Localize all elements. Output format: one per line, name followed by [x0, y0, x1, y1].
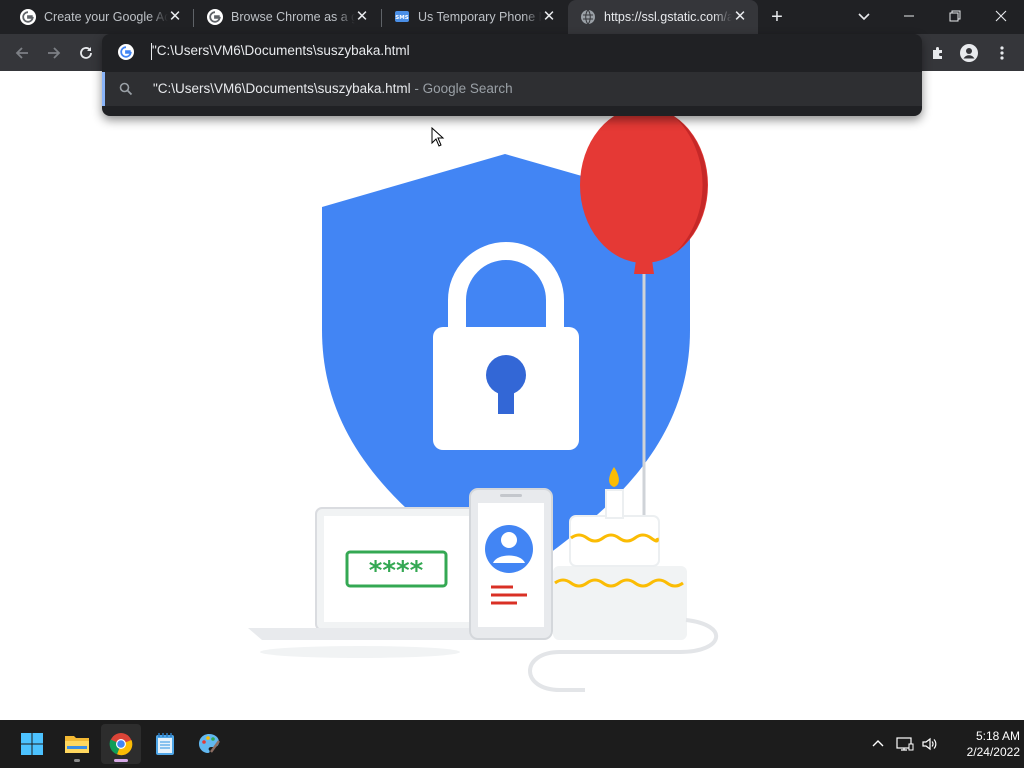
menu-button[interactable] — [988, 39, 1016, 67]
reload-button[interactable] — [72, 39, 100, 67]
three-dots-menu-icon — [1000, 46, 1004, 60]
profile-avatar-icon — [960, 44, 978, 62]
suggestion-query: "C:\Users\VM6\Documents\suszybaka.html — [153, 81, 411, 96]
close-tab-icon[interactable]: ✕ — [732, 9, 748, 25]
minimize-icon — [904, 15, 914, 17]
reload-icon — [80, 47, 92, 59]
mouse-cursor-icon — [431, 127, 445, 147]
google-g-icon — [118, 44, 134, 60]
running-indicator — [114, 759, 128, 762]
profile-button[interactable] — [955, 39, 983, 67]
omnibox-suggestion[interactable]: "C:\Users\VM6\Documents\suszybaka.html -… — [102, 72, 922, 106]
clock-date: 2/24/2022 — [966, 745, 1020, 759]
taskbar-file-explorer[interactable] — [57, 724, 97, 764]
paint-icon — [199, 734, 220, 753]
forward-arrow-icon — [48, 47, 61, 59]
network-icon — [896, 737, 914, 751]
cake-top-tier — [569, 515, 660, 567]
tab-create-google-account[interactable]: Create your Google Account ✕ — [0, 0, 193, 34]
security-illustration: **** — [248, 107, 719, 692]
password-mask: **** — [369, 556, 424, 586]
restore-button[interactable] — [932, 0, 978, 32]
globe-icon — [580, 9, 596, 25]
notepad-icon — [156, 733, 174, 755]
new-tab-button[interactable]: + — [766, 6, 788, 28]
search-icon — [119, 82, 133, 96]
tab-gstatic-active[interactable]: https://ssl.gstatic.com/accounts ✕ — [568, 0, 758, 34]
volume-button[interactable] — [920, 734, 940, 754]
taskbar-paint[interactable] — [189, 724, 229, 764]
selection-indicator — [102, 72, 105, 106]
tab-temporary-phone[interactable]: SMS Us Temporary Phone Number ✕ — [374, 0, 567, 34]
tab-browse-as-guest[interactable]: Browse Chrome as a guest ✕ — [187, 0, 380, 34]
close-window-button[interactable] — [978, 0, 1024, 32]
clock-time: 5:18 AM — [975, 729, 1020, 743]
tab-title: https://ssl.gstatic.com/accounts — [604, 10, 732, 24]
close-icon — [995, 10, 1007, 22]
google-g-icon — [207, 9, 223, 25]
sms-icon: SMS — [394, 9, 410, 25]
tab-title: Browse Chrome as a guest — [231, 10, 355, 24]
omnibox-dropdown[interactable]: "C:\Users\VM6\Documents\suszybaka.html "… — [102, 34, 922, 116]
tab-strip: Create your Google Account ✕ Browse Chro… — [0, 0, 1024, 34]
taskbar-notepad[interactable] — [145, 724, 185, 764]
extensions-button[interactable] — [924, 39, 952, 67]
start-button[interactable] — [12, 724, 52, 764]
file-explorer-icon — [65, 736, 89, 753]
google-g-icon — [20, 9, 36, 25]
page-content: **** — [0, 71, 1024, 720]
suggestion-separator: - — [410, 81, 423, 96]
windows-taskbar: 5:18 AM 2/24/2022 — [0, 720, 1024, 768]
chevron-up-icon — [872, 740, 884, 747]
running-indicator — [74, 759, 80, 762]
suggestion-text: "C:\Users\VM6\Documents\suszybaka.html -… — [153, 81, 513, 96]
suggestion-engine: Google Search — [422, 81, 513, 96]
chevron-down-icon — [858, 13, 870, 21]
candle — [605, 489, 624, 519]
laptop-base — [248, 628, 482, 640]
address-bar-input[interactable]: "C:\Users\VM6\Documents\suszybaka.html — [152, 43, 410, 58]
svg-text:SMS: SMS — [395, 15, 408, 21]
network-button[interactable] — [895, 734, 915, 754]
cake-bottom-tier — [553, 566, 687, 640]
chrome-icon — [109, 733, 133, 756]
start-icon — [21, 733, 43, 755]
tab-search-button[interactable] — [853, 5, 875, 27]
tab-title: Us Temporary Phone Number — [418, 10, 542, 24]
back-button[interactable] — [8, 39, 36, 67]
back-arrow-icon — [15, 47, 28, 59]
close-tab-icon[interactable]: ✕ — [354, 9, 370, 25]
close-tab-icon[interactable]: ✕ — [541, 9, 557, 25]
forward-button[interactable] — [40, 39, 68, 67]
tab-title: Create your Google Account — [44, 10, 168, 24]
system-clock[interactable]: 5:18 AM 2/24/2022 — [944, 728, 1020, 760]
speaker-icon — [922, 737, 937, 751]
puzzle-icon — [933, 47, 942, 59]
minimize-button[interactable] — [886, 0, 932, 32]
close-tab-icon[interactable]: ✕ — [167, 9, 183, 25]
show-hidden-icons-button[interactable] — [868, 734, 888, 754]
taskbar-chrome[interactable] — [101, 724, 141, 764]
restore-icon — [949, 10, 961, 22]
